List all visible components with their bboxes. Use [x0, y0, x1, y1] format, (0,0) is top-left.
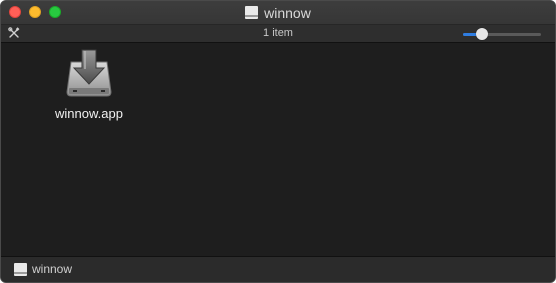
- file-browser-area[interactable]: winnow.app: [1, 43, 555, 257]
- drive-icon: [14, 263, 27, 276]
- window-title-group: winnow: [1, 4, 555, 21]
- icon-size-slider[interactable]: [463, 28, 541, 40]
- file-name: winnow.app: [55, 106, 123, 121]
- slider-knob[interactable]: [476, 28, 489, 40]
- window-title: winnow: [264, 4, 311, 21]
- status-bar: 1 item: [1, 24, 555, 43]
- installer-drive-icon[interactable]: [65, 48, 113, 100]
- title-bar[interactable]: winnow: [1, 1, 555, 24]
- finder-window: winnow 1 item winnow.app winnow: [0, 0, 556, 283]
- path-bar-label[interactable]: winnow: [32, 262, 72, 276]
- drive-icon: [245, 6, 259, 19]
- file-item[interactable]: winnow.app: [51, 48, 127, 121]
- path-bar: winnow: [1, 256, 555, 282]
